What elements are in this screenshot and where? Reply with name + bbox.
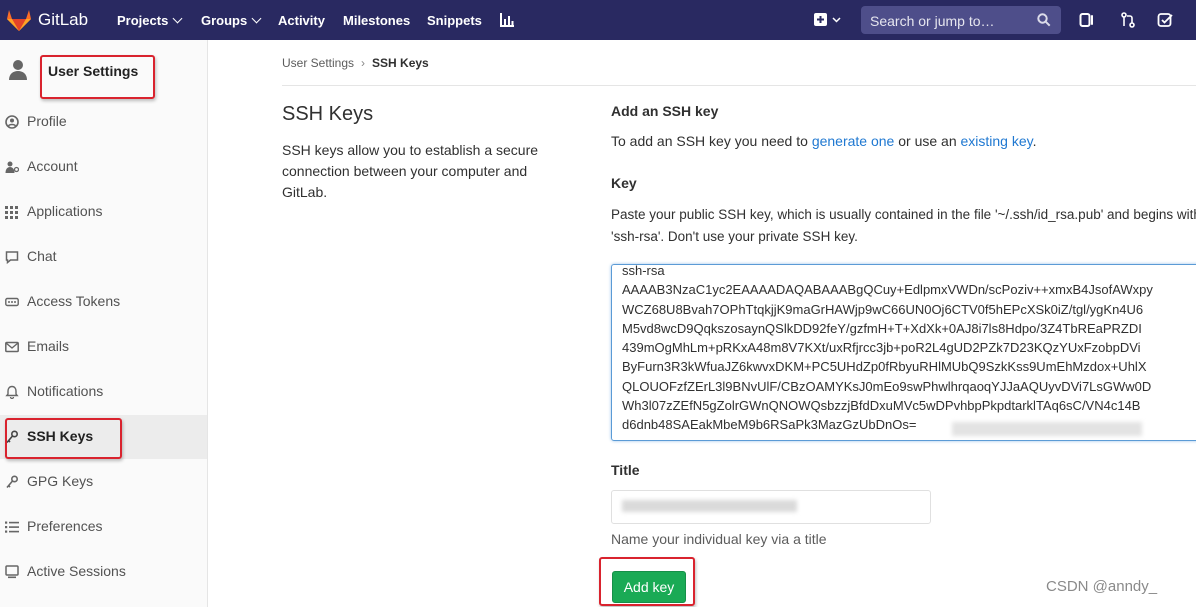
key-icon — [5, 475, 19, 494]
profile-icon — [5, 115, 19, 134]
notifications-icon — [5, 385, 19, 404]
breadcrumb-parent-link[interactable]: User Settings — [282, 56, 354, 70]
sidebar-item-label: GPG Keys — [27, 473, 94, 489]
chevron-right-icon: › — [361, 56, 366, 70]
page-description: SSH keys allow you to establish a secure… — [282, 142, 539, 200]
nav-groups-label: Groups — [201, 13, 248, 28]
annotation-highlight-ssh-keys — [5, 418, 122, 459]
annotation-highlight-user-settings — [40, 55, 155, 99]
emails-icon — [5, 340, 19, 359]
nav-activity[interactable]: Activity — [278, 13, 325, 28]
breadcrumb-divider — [282, 85, 1196, 86]
nav-snippets[interactable]: Snippets — [427, 13, 482, 28]
sidebar-item-label: Account — [27, 158, 78, 174]
sidebar-item-label: Emails — [27, 338, 70, 354]
settings-sidebar: User Settings Profile Account Applicatio… — [0, 40, 208, 607]
key-field-label: Key — [611, 175, 637, 191]
nav-projects-label: Projects — [117, 13, 169, 28]
user-avatar-icon — [8, 58, 28, 87]
page-title: SSH Keys — [282, 103, 374, 125]
merge-request-icon[interactable] — [1120, 12, 1136, 33]
chevron-down-icon — [172, 13, 183, 24]
plus-dropdown-icon[interactable] — [813, 12, 841, 33]
search-input[interactable]: Search or jump to… — [861, 6, 1061, 34]
brand-name[interactable]: GitLab — [38, 10, 88, 30]
add-key-intro: To add an SSH key you need to generate o… — [611, 133, 1037, 149]
watermark: CSDN @anndy_ — [1046, 578, 1158, 595]
issues-icon[interactable] — [1079, 12, 1095, 33]
search-icon — [1037, 13, 1051, 32]
chevron-down-icon — [251, 13, 262, 24]
title-field-help: Name your individual key via a title — [611, 531, 827, 547]
sidebar-item-account[interactable]: Account — [0, 145, 207, 189]
gitlab-logo-icon[interactable] — [6, 8, 32, 37]
sidebar-item-label: Notifications — [27, 383, 104, 399]
nav-groups[interactable]: Groups — [201, 13, 262, 28]
sidebar-item-applications[interactable]: Applications — [0, 190, 207, 234]
sidebar-item-notifications[interactable]: Notifications — [0, 370, 207, 414]
sidebar-item-gpg-keys[interactable]: GPG Keys — [0, 460, 207, 504]
breadcrumb: User Settings › SSH Keys — [282, 56, 429, 70]
nav-projects[interactable]: Projects — [117, 13, 183, 28]
add-ssh-key-heading: Add an SSH key — [611, 103, 719, 119]
existing-key-link[interactable]: existing key — [961, 133, 1033, 149]
intro-suffix: . — [1032, 133, 1037, 149]
sidebar-item-preferences[interactable]: Preferences — [0, 505, 207, 549]
redacted-key-comment — [952, 422, 1142, 436]
sidebar-item-label: Chat — [27, 248, 57, 264]
chart-icon[interactable] — [499, 12, 515, 33]
search-placeholder: Search or jump to… — [870, 13, 995, 29]
sidebar-item-label: Active Sessions — [27, 563, 126, 579]
annotation-highlight-add-key — [599, 557, 695, 606]
sidebar-item-active-sessions[interactable]: Active Sessions — [0, 550, 207, 594]
nav-milestones[interactable]: Milestones — [343, 13, 410, 28]
key-field-help: Paste your public SSH key, which is usua… — [611, 207, 1196, 244]
preferences-icon — [5, 520, 19, 539]
breadcrumb-current[interactable]: SSH Keys — [372, 56, 429, 70]
title-field-label: Title — [611, 462, 640, 478]
account-icon — [5, 160, 20, 179]
top-navbar: GitLab Projects Groups Activity Mileston… — [0, 0, 1196, 40]
todo-check-icon[interactable] — [1157, 12, 1173, 33]
applications-icon — [5, 205, 19, 224]
sidebar-item-label: Preferences — [27, 518, 103, 534]
sidebar-item-label: Access Tokens — [27, 293, 121, 309]
sidebar-item-label: Applications — [27, 203, 103, 219]
sidebar-item-profile[interactable]: Profile — [0, 100, 207, 144]
sidebar-item-chat[interactable]: Chat — [0, 235, 207, 279]
sidebar-item-label: Profile — [27, 113, 67, 129]
access-tokens-icon — [5, 295, 19, 314]
sidebar-item-access-tokens[interactable]: Access Tokens — [0, 280, 207, 324]
key-textarea[interactable]: ssh-rsa AAAAB3NzaC1yc2EAAAADAQABAAABgQCu… — [611, 264, 1196, 441]
title-input[interactable] — [611, 490, 931, 524]
sidebar-item-emails[interactable]: Emails — [0, 325, 207, 369]
redacted-title-value — [622, 500, 797, 512]
sessions-icon — [5, 565, 19, 584]
chat-icon — [5, 250, 19, 269]
key-textarea-value: ssh-rsa AAAAB3NzaC1yc2EAAAADAQABAAABgQCu… — [622, 264, 1153, 433]
intro-middle: or use an — [894, 133, 961, 149]
generate-one-link[interactable]: generate one — [812, 133, 895, 149]
intro-prefix: To add an SSH key you need to — [611, 133, 812, 149]
